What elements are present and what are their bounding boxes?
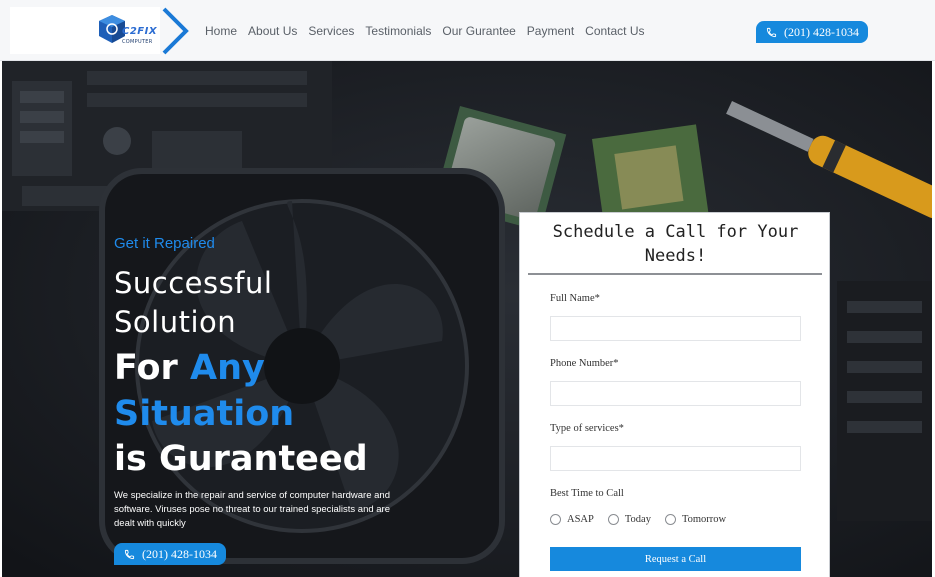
nav-testimonials[interactable]: Testimonials — [365, 24, 431, 38]
site-header: C2FIX COMPUTER Home About Us Services Te… — [0, 0, 935, 61]
radio-option-asap[interactable]: ASAP — [550, 514, 594, 525]
radio-circle[interactable] — [664, 514, 676, 525]
form-divider — [528, 273, 822, 275]
phone-number-input[interactable] — [550, 381, 801, 406]
nav-services[interactable]: Services — [308, 24, 354, 38]
nav-contact-us[interactable]: Contact Us — [585, 24, 644, 38]
request-call-button[interactable]: Request a Call — [550, 547, 801, 571]
hero-phone-button[interactable]: (201) 428-1034 — [114, 543, 226, 565]
radio-circle[interactable] — [550, 514, 561, 525]
nav-about-us[interactable]: About Us — [248, 24, 297, 38]
schedule-call-form: Schedule a Call for Your Needs! Full Nam… — [519, 212, 830, 577]
hero-phone-label: (201) 428-1034 — [142, 546, 217, 561]
hero-eyebrow: Get it Repaired — [114, 235, 215, 252]
hero-headline-line1: Successful — [114, 266, 273, 300]
radio-label-tomorrow: Tomorrow — [681, 514, 727, 525]
best-time-options: ASAP Today Tomorrow — [550, 514, 740, 525]
nav-payment[interactable]: Payment — [527, 24, 574, 38]
hero-headline-for: For — [114, 348, 190, 388]
service-type-label: Type of services* — [550, 423, 624, 434]
full-name-input[interactable] — [550, 316, 801, 341]
service-type-input[interactable] — [550, 446, 801, 471]
hero-headline-line3: For Any — [114, 348, 265, 388]
hero-headline-line4: Situation — [114, 394, 295, 434]
nav-our-gurantee[interactable]: Our Gurantee — [442, 24, 515, 38]
header-phone-button[interactable]: (201) 428-1034 — [756, 21, 868, 43]
chevron-right-icon — [162, 7, 189, 55]
hero-headline-line5: is Guranteed — [114, 439, 368, 479]
phone-icon — [124, 549, 135, 559]
hero-description: We specialize in the repair and service … — [114, 490, 391, 529]
logo-wordmark: C2FIX — [122, 26, 158, 37]
phone-icon — [766, 27, 777, 37]
hero-headline-line2: Solution — [114, 305, 237, 339]
full-name-label: Full Name* — [550, 293, 600, 304]
phone-number-label: Phone Number* — [550, 358, 619, 369]
form-title: Schedule a Call for Your Needs! — [552, 222, 799, 266]
radio-option-today[interactable]: Today — [607, 514, 651, 525]
radio-circle[interactable] — [607, 514, 619, 525]
radio-option-tomorrow[interactable]: Tomorrow — [664, 514, 727, 525]
best-time-label: Best Time to Call — [550, 488, 624, 499]
nav-home[interactable]: Home — [205, 24, 237, 38]
main-nav: Home About Us Services Testimonials Our … — [205, 24, 645, 38]
radio-label-today: Today — [624, 514, 651, 525]
logo-subtext: COMPUTER — [122, 39, 153, 45]
header-phone-label: (201) 428-1034 — [784, 24, 859, 39]
radio-label-asap: ASAP — [567, 514, 594, 525]
hero-headline-any: Any — [189, 348, 265, 388]
